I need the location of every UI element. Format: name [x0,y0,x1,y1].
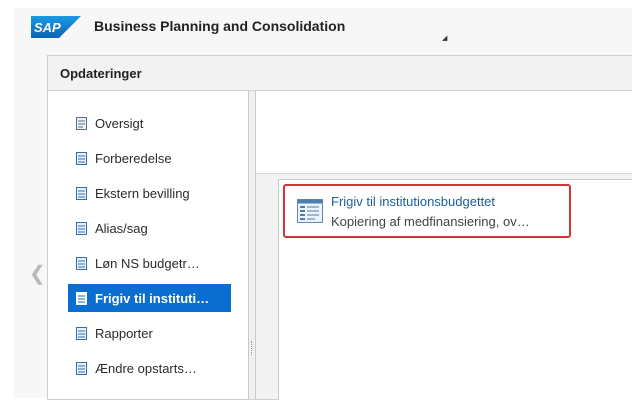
document-icon [76,221,87,235]
sap-logo: SAP [31,16,81,38]
document-icon [76,256,87,270]
sidebar-item-label: Rapporter [95,325,153,341]
form-icon [297,199,323,223]
app-title: Business Planning and Consolidation [94,18,346,34]
document-icon [76,186,87,200]
sidebar-item-rapporter[interactable]: Rapporter [68,319,231,347]
splitter-grip-icon[interactable] [251,341,254,355]
triangle-down-icon[interactable]: ◢ [442,34,447,42]
document-icon [76,361,87,375]
svg-text:SAP: SAP [34,20,61,35]
panel-splitter[interactable] [248,91,256,399]
panel-header: Opdateringer [48,56,632,91]
updates-panel: Opdateringer Oversigt Forberedelse Ekste… [47,55,632,400]
sidebar-item-ekstern-bevilling[interactable]: Ekstern bevilling [68,179,231,207]
panel-title: Opdateringer [60,66,142,81]
sidebar-item-label: Ekstern bevilling [95,185,190,201]
activity-tile[interactable]: Frigiv til institutionsbudgettet Kopieri… [283,184,571,238]
tile-description: Kopiering af medfinansiering, ov… [331,214,530,229]
document-icon [76,291,87,305]
sidebar-item-label: Ændre opstarts… [95,360,197,376]
sidebar-item-lon-ns-budget[interactable]: Løn NS budgetr… [68,249,231,277]
document-icon [76,151,87,165]
overview-icon [76,116,87,130]
sidebar-item-label: Alias/sag [95,220,148,236]
sidebar-item-frigiv[interactable]: Frigiv til instituti… [68,284,231,312]
content-header-area [256,91,632,174]
document-icon [76,326,87,340]
tile-title[interactable]: Frigiv til institutionsbudgettet [331,194,495,209]
sidebar-item-label: Frigiv til instituti… [95,290,210,306]
header-bar: SAP Business Planning and Consolidation … [14,8,632,46]
content-area: Frigiv til institutionsbudgettet Kopieri… [256,174,632,400]
sidebar-item-alias-sag[interactable]: Alias/sag [68,214,231,242]
sidebar-item-label: Oversigt [95,115,144,131]
chevron-left-icon[interactable]: ❮ [29,261,46,286]
sidebar-item-label: Forberedelse [95,150,172,166]
sidebar: Oversigt Forberedelse Ekstern bevilling [48,91,248,399]
sidebar-item-label: Løn NS budgetr… [95,255,200,271]
sidebar-item-aendre-opstarts[interactable]: Ændre opstarts… [68,354,231,382]
sidebar-item-forberedelse[interactable]: Forberedelse [68,144,231,172]
tile-container: Frigiv til institutionsbudgettet Kopieri… [278,179,632,400]
sidebar-item-oversigt[interactable]: Oversigt [68,109,231,137]
